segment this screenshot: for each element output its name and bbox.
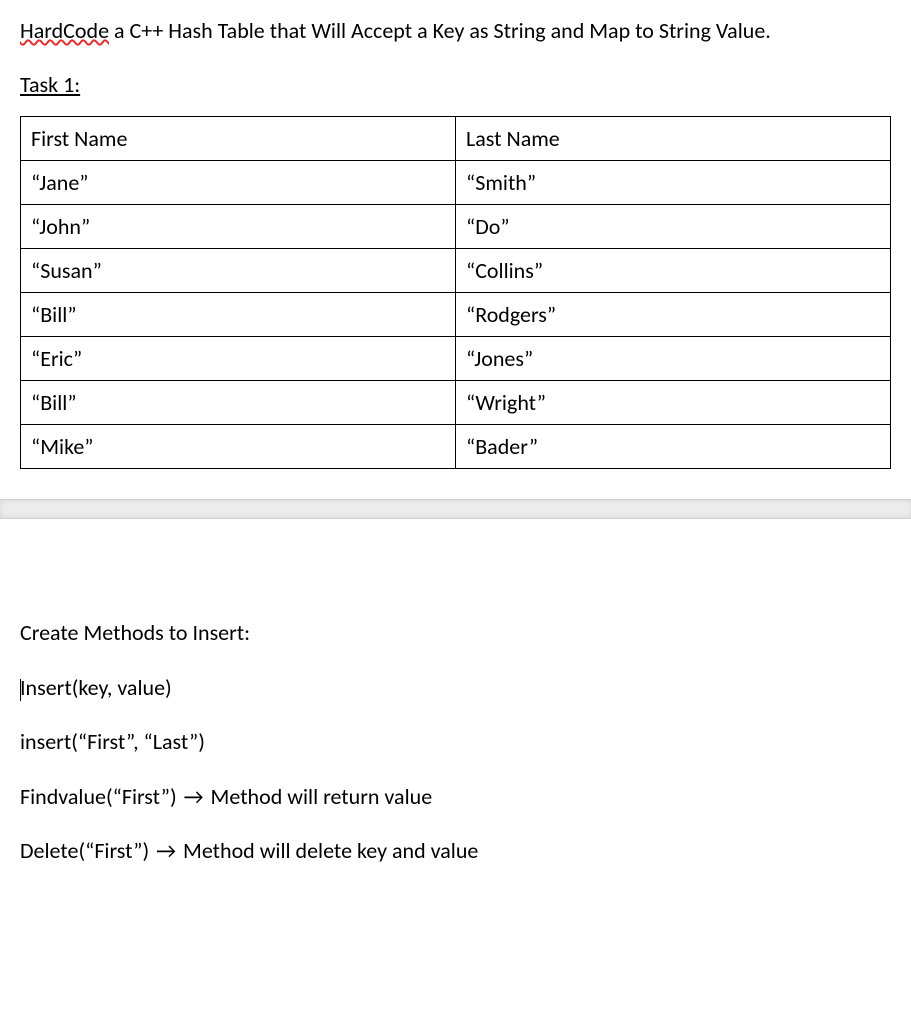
delete-call: Delete(“First”)	[20, 837, 154, 864]
cell-last: “Smith”	[456, 161, 891, 205]
cell-first: “Jane”	[21, 161, 456, 205]
arrow-right-icon: →	[154, 837, 178, 866]
method-findvalue: Findvalue(“First”) → Method will return …	[20, 783, 891, 812]
cell-first: “Susan”	[21, 249, 456, 293]
findvalue-desc: Method will return value	[206, 783, 433, 810]
cell-last: “Rodgers”	[456, 293, 891, 337]
cell-last: “Do”	[456, 205, 891, 249]
method-insert-signature: Insert(key, value)	[20, 674, 891, 703]
table-row: “John” “Do”	[21, 205, 891, 249]
cell-first: “Bill”	[21, 293, 456, 337]
delete-desc: Method will delete key and value	[178, 837, 478, 864]
table-row: “Jane” “Smith”	[21, 161, 891, 205]
prompt-text: HardCode a C++ Hash Table that Will Acce…	[20, 14, 891, 47]
names-table: First Name Last Name “Jane” “Smith” “Joh…	[20, 116, 891, 469]
method-delete: Delete(“First”) → Method will delete key…	[20, 837, 891, 866]
task-heading: Task 1:	[20, 71, 80, 98]
page-2: Create Methods to Insert: Insert(key, va…	[0, 519, 911, 912]
cell-first: “Eric”	[21, 337, 456, 381]
cell-first: “Bill”	[21, 381, 456, 425]
page-break	[0, 499, 911, 519]
cell-last: “Jones”	[456, 337, 891, 381]
table-row: “Susan” “Collins”	[21, 249, 891, 293]
cell-first: “Mike”	[21, 425, 456, 469]
methods-heading: Create Methods to Insert:	[20, 619, 891, 648]
table-row: “Bill” “Rodgers”	[21, 293, 891, 337]
cell-last: “Collins”	[456, 249, 891, 293]
findvalue-call: Findvalue(“First”)	[20, 783, 182, 810]
header-last-name: Last Name	[456, 117, 891, 161]
cell-first: “John”	[21, 205, 456, 249]
cell-last: “Wright”	[456, 381, 891, 425]
table-row: “Mike” “Bader”	[21, 425, 891, 469]
insert-signature-rest: nsert(key, value)	[26, 674, 172, 701]
spellcheck-underline: HardCode	[20, 17, 109, 44]
table-row: “Eric” “Jones”	[21, 337, 891, 381]
arrow-right-icon: →	[182, 783, 206, 812]
page-1: HardCode a C++ Hash Table that Will Acce…	[0, 0, 911, 499]
cell-last: “Bader”	[456, 425, 891, 469]
table-header-row: First Name Last Name	[21, 117, 891, 161]
method-insert-example: insert(“First”, “Last”)	[20, 728, 891, 757]
header-first-name: First Name	[21, 117, 456, 161]
prompt-rest: a C++ Hash Table that Will Accept a Key …	[109, 17, 771, 44]
table-row: “Bill” “Wright”	[21, 381, 891, 425]
